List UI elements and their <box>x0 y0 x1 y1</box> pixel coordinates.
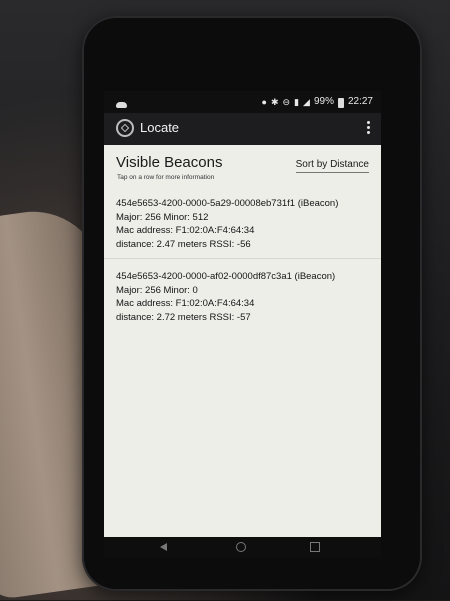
app-title: Locate <box>140 120 180 135</box>
list-item[interactable]: 454e5653-4200-0000-af02-0000df87c3a1 (iB… <box>116 270 371 324</box>
row-divider <box>104 258 381 259</box>
beacon-id: 454e5653-4200-0000-af02-0000df87c3a1 (iB… <box>116 271 336 282</box>
beacon-mac: Mac address: F1:02:0A:F4:64:34 <box>116 298 255 309</box>
status-bar: ● ✱ ⊖ ▮ ◢ 99% 22:27 <box>104 91 381 113</box>
page-subtitle: Tap on a row for more information <box>117 174 215 181</box>
clock: 22:27 <box>347 96 373 107</box>
location-icon: ● <box>261 97 267 107</box>
vibrate-icon: ▮ <box>294 97 300 107</box>
recents-icon[interactable] <box>310 542 320 552</box>
page-title: Visible Beacons <box>116 154 223 171</box>
beacon-mac: Mac address: F1:02:0A:F4:64:34 <box>116 225 255 236</box>
app-bar: Locate <box>104 113 381 145</box>
beacon-major-minor: Major: 256 Minor: 512 <box>116 211 209 223</box>
beacon-distance-rssi: distance: 2.47 meters RSSI: -56 <box>116 238 251 250</box>
beacon-distance-rssi: distance: 2.72 meters RSSI: -57 <box>116 311 251 323</box>
bluetooth-icon: ✱ <box>270 97 279 107</box>
beacon-list-panel: Visible Beacons Tap on a row for more in… <box>104 145 381 537</box>
overflow-menu-icon[interactable] <box>367 120 371 136</box>
battery-icon <box>337 98 344 108</box>
do-not-disturb-icon: ⊖ <box>282 97 291 107</box>
beacon-id: 454e5653-4200-0000-5a29-00008eb731f1 (iB… <box>116 198 339 209</box>
battery-percent: 99% <box>313 96 334 107</box>
home-icon[interactable] <box>236 542 246 552</box>
beacon-major-minor: Major: 256 Minor: 0 <box>116 284 198 296</box>
status-right: ● ✱ ⊖ ▮ ◢ 99% 22:27 <box>262 91 373 113</box>
navigation-bar <box>104 537 381 557</box>
cloud-icon <box>116 102 127 108</box>
list-item[interactable]: 454e5653-4200-0000-5a29-00008eb731f1 (iB… <box>116 197 371 251</box>
signal-icon: ◢ <box>303 97 310 107</box>
status-left <box>116 91 127 113</box>
app-logo-icon <box>116 119 134 137</box>
phone-screen: ● ✱ ⊖ ▮ ◢ 99% 22:27 Locate Visible Beaco… <box>104 91 381 557</box>
back-icon[interactable] <box>160 543 167 551</box>
sort-by-distance-button[interactable]: Sort by Distance <box>295 159 369 173</box>
